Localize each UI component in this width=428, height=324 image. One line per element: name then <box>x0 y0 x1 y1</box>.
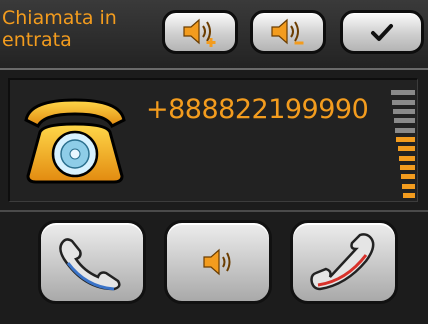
signal-bar <box>401 183 415 189</box>
volume-down-button[interactable] <box>250 10 326 54</box>
signal-bar <box>394 118 415 124</box>
signal-bar <box>403 193 415 198</box>
volume-up-icon <box>183 18 216 47</box>
volume-up-button[interactable] <box>162 10 238 54</box>
signal-bar <box>395 127 415 133</box>
answer-call-button[interactable] <box>38 220 146 304</box>
checkmark-icon <box>371 24 393 41</box>
volume-down-icon <box>271 18 304 45</box>
signal-bar <box>390 90 415 96</box>
incoming-call-screen: Chiamata in entrata +888822199990 <box>0 0 428 324</box>
signal-bar <box>400 174 415 180</box>
signal-bar <box>393 109 415 114</box>
signal-strength-meter <box>390 86 415 198</box>
divider <box>0 210 428 212</box>
caller-number: +888822199990 <box>146 94 369 125</box>
hang-up-button[interactable] <box>290 220 398 304</box>
answer-call-icon <box>59 238 121 291</box>
speaker-button[interactable] <box>164 220 272 304</box>
signal-bar <box>392 99 415 105</box>
confirm-button[interactable] <box>340 10 424 54</box>
signal-bar <box>396 137 415 142</box>
page-title: Chiamata in entrata <box>2 7 117 51</box>
signal-bar <box>399 165 415 170</box>
telephone-icon <box>24 98 126 184</box>
caller-panel: +888822199990 <box>8 78 418 202</box>
header-bar: Chiamata in entrata <box>0 0 428 70</box>
hang-up-icon <box>310 233 375 291</box>
speaker-icon <box>203 248 231 276</box>
signal-bar <box>397 146 415 152</box>
signal-bar <box>398 155 415 161</box>
